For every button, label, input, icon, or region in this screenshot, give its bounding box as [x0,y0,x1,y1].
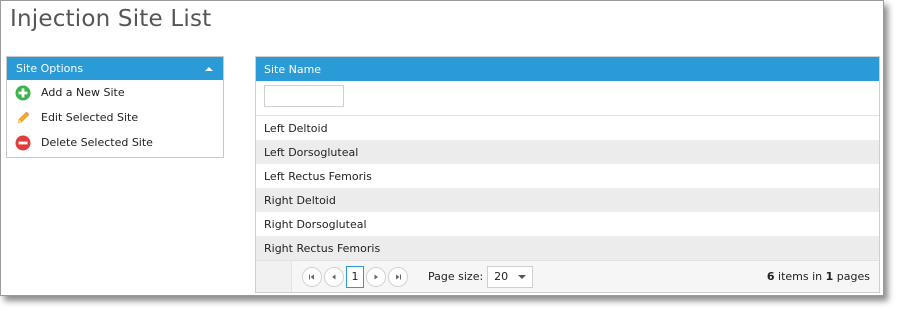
site-grid: Site Name Left Deltoid Left Dorsogluteal… [255,56,880,293]
page-size-value: 20 [494,270,509,283]
table-row[interactable]: Left Dorsogluteal [256,140,879,164]
add-site-button[interactable]: Add a New Site [7,80,223,105]
chevron-down-icon [518,274,527,279]
pages-text: pages [836,270,870,283]
item-count: 6 [766,270,775,283]
window-frame: Injection Site List Site Options Add a N… [0,0,884,296]
add-circle-icon [15,85,31,101]
items-in-text: items in [778,270,823,283]
page-count: 1 [825,270,834,283]
table-row[interactable]: Right Deltoid [256,188,879,212]
pager-info: 6 items in 1 pages [767,270,870,283]
delete-site-button[interactable]: Delete Selected Site [7,130,223,155]
edit-site-label: Edit Selected Site [41,111,139,124]
next-page-icon[interactable] [366,266,386,287]
pager-spacer [256,261,292,292]
page-title: Injection Site List [10,6,212,32]
filter-row [256,81,879,116]
edit-site-button[interactable]: Edit Selected Site [7,105,223,130]
site-options-title: Site Options [16,62,84,75]
site-options-header[interactable]: Site Options [7,57,223,80]
add-site-label: Add a New Site [41,86,125,99]
delete-site-label: Delete Selected Site [41,136,153,149]
page-size-select[interactable]: 20 [487,265,534,288]
current-page-button[interactable]: 1 [346,265,364,288]
column-header-label: Site Name [264,62,322,76]
site-name-filter-input[interactable] [264,85,344,107]
table-row[interactable]: Right Rectus Femoris [256,236,879,260]
previous-page-icon[interactable] [324,266,344,287]
table-row[interactable]: Right Dorsogluteal [256,212,879,236]
pencil-icon [15,110,31,126]
collapse-arrow-icon[interactable] [205,66,213,71]
page-size-label: Page size: [428,270,484,283]
first-page-icon[interactable] [302,266,322,287]
table-row[interactable]: Left Rectus Femoris [256,164,879,188]
site-options-panel: Site Options Add a New Site Edit Selecte… [6,56,224,158]
pager: 1 Page size: 20 6 items in 1 pages [256,260,879,292]
last-page-icon[interactable] [388,266,408,287]
table-row[interactable]: Left Deltoid [256,116,879,140]
remove-circle-icon [15,135,31,151]
column-header-site-name[interactable]: Site Name [256,57,879,81]
